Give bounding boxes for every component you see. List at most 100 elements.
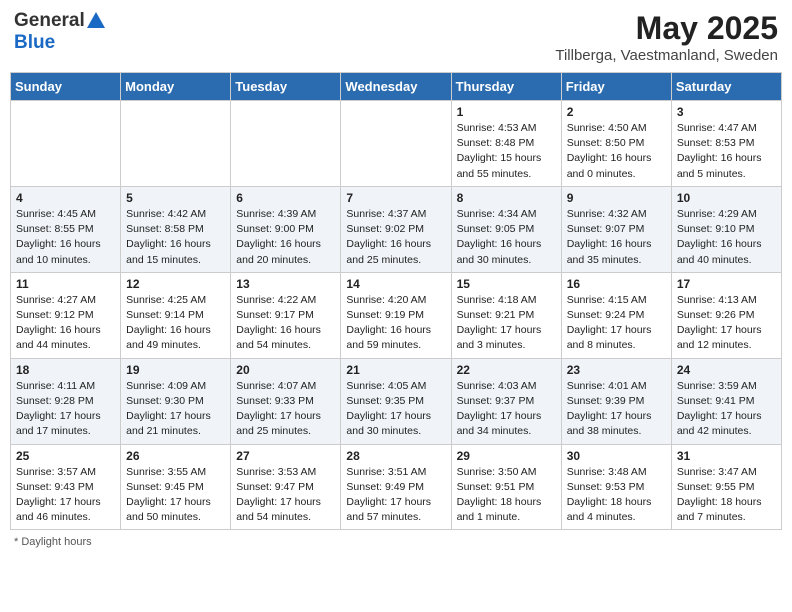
calendar-table: SundayMondayTuesdayWednesdayThursdayFrid… [10, 72, 782, 530]
day-number: 2 [567, 105, 666, 119]
day-info: Sunrise: 4:22 AM Sunset: 9:17 PM Dayligh… [236, 293, 335, 354]
day-info: Sunrise: 4:50 AM Sunset: 8:50 PM Dayligh… [567, 121, 666, 182]
day-number: 21 [346, 363, 445, 377]
day-info: Sunrise: 4:32 AM Sunset: 9:07 PM Dayligh… [567, 207, 666, 268]
day-info: Sunrise: 4:03 AM Sunset: 9:37 PM Dayligh… [457, 379, 556, 440]
day-info: Sunrise: 4:27 AM Sunset: 9:12 PM Dayligh… [16, 293, 115, 354]
day-number: 15 [457, 277, 556, 291]
day-number: 6 [236, 191, 335, 205]
day-number: 3 [677, 105, 776, 119]
day-header-monday: Monday [121, 73, 231, 101]
logo-triangle-icon [87, 12, 105, 28]
day-number: 27 [236, 449, 335, 463]
day-number: 12 [126, 277, 225, 291]
day-info: Sunrise: 3:51 AM Sunset: 9:49 PM Dayligh… [346, 465, 445, 526]
calendar-cell: 21 Sunrise: 4:05 AM Sunset: 9:35 PM Dayli… [341, 358, 451, 444]
calendar-cell: 20 Sunrise: 4:07 AM Sunset: 9:33 PM Dayli… [231, 358, 341, 444]
calendar-cell: 6Sunrise: 4:39 AM Sunset: 9:00 PM Daylig… [231, 186, 341, 272]
day-info: Sunrise: 4:05 AM Sunset: 9:35 PM Dayligh… [346, 379, 445, 440]
day-info: Sunrise: 4:11 AM Sunset: 9:28 PM Dayligh… [16, 379, 115, 440]
day-header-tuesday: Tuesday [231, 73, 341, 101]
logo-blue: Blue [14, 32, 55, 53]
location-subtitle: Tillberga, Vaestmanland, Sweden [555, 47, 778, 64]
calendar-week-row: 1 Sunrise: 4:53 AM Sunset: 8:48 PM Daylig… [11, 101, 782, 187]
day-info: Sunrise: 4:42 AM Sunset: 8:58 PM Dayligh… [126, 207, 225, 268]
calendar-cell [121, 101, 231, 187]
calendar-cell: 26Sunrise: 3:55 AM Sunset: 9:45 PM Dayli… [121, 444, 231, 530]
calendar-cell: 23Sunrise: 4:01 AM Sunset: 9:39 PM Dayli… [561, 358, 671, 444]
day-header-saturday: Saturday [671, 73, 781, 101]
calendar-cell: 7 Sunrise: 4:37 AM Sunset: 9:02 PM Daylig… [341, 186, 451, 272]
day-info: Sunrise: 3:55 AM Sunset: 9:45 PM Dayligh… [126, 465, 225, 526]
days-header-row: SundayMondayTuesdayWednesdayThursdayFrid… [11, 73, 782, 101]
calendar-cell: 12 Sunrise: 4:25 AM Sunset: 9:14 PM Dayli… [121, 272, 231, 358]
day-info: Sunrise: 3:47 AM Sunset: 9:55 PM Dayligh… [677, 465, 776, 526]
calendar-cell: 15Sunrise: 4:18 AM Sunset: 9:21 PM Dayli… [451, 272, 561, 358]
day-info: Sunrise: 3:50 AM Sunset: 9:51 PM Dayligh… [457, 465, 556, 526]
day-number: 23 [567, 363, 666, 377]
calendar-cell: 4 Sunrise: 4:45 AM Sunset: 8:55 PM Daylig… [11, 186, 121, 272]
calendar-cell: 16Sunrise: 4:15 AM Sunset: 9:24 PM Dayli… [561, 272, 671, 358]
calendar-cell: 17 Sunrise: 4:13 AM Sunset: 9:26 PM Dayli… [671, 272, 781, 358]
day-info: Sunrise: 4:20 AM Sunset: 9:19 PM Dayligh… [346, 293, 445, 354]
calendar-cell: 29 Sunrise: 3:50 AM Sunset: 9:51 PM Dayli… [451, 444, 561, 530]
day-number: 13 [236, 277, 335, 291]
calendar-cell: 2 Sunrise: 4:50 AM Sunset: 8:50 PM Daylig… [561, 101, 671, 187]
logo-general: General [14, 10, 85, 32]
day-info: Sunrise: 4:37 AM Sunset: 9:02 PM Dayligh… [346, 207, 445, 268]
calendar-week-row: 11 Sunrise: 4:27 AM Sunset: 9:12 PM Dayli… [11, 272, 782, 358]
day-number: 18 [16, 363, 115, 377]
calendar-cell [231, 101, 341, 187]
calendar-cell: 9 Sunrise: 4:32 AM Sunset: 9:07 PM Daylig… [561, 186, 671, 272]
calendar-cell: 24Sunrise: 3:59 AM Sunset: 9:41 PM Dayli… [671, 358, 781, 444]
daylight-label: Daylight hours [21, 536, 91, 548]
day-number: 28 [346, 449, 445, 463]
calendar-cell: 8 Sunrise: 4:34 AM Sunset: 9:05 PM Daylig… [451, 186, 561, 272]
day-number: 25 [16, 449, 115, 463]
calendar-cell: 28 Sunrise: 3:51 AM Sunset: 9:49 PM Dayli… [341, 444, 451, 530]
calendar-cell: 5 Sunrise: 4:42 AM Sunset: 8:58 PM Daylig… [121, 186, 231, 272]
day-number: 30 [567, 449, 666, 463]
calendar-cell: 11 Sunrise: 4:27 AM Sunset: 9:12 PM Dayli… [11, 272, 121, 358]
day-number: 10 [677, 191, 776, 205]
day-info: Sunrise: 3:53 AM Sunset: 9:47 PM Dayligh… [236, 465, 335, 526]
day-header-wednesday: Wednesday [341, 73, 451, 101]
day-info: Sunrise: 4:53 AM Sunset: 8:48 PM Dayligh… [457, 121, 556, 182]
day-number: 5 [126, 191, 225, 205]
calendar-cell: 10Sunrise: 4:29 AM Sunset: 9:10 PM Dayli… [671, 186, 781, 272]
day-header-sunday: Sunday [11, 73, 121, 101]
day-header-thursday: Thursday [451, 73, 561, 101]
calendar-week-row: 18 Sunrise: 4:11 AM Sunset: 9:28 PM Dayli… [11, 358, 782, 444]
day-info: Sunrise: 4:25 AM Sunset: 9:14 PM Dayligh… [126, 293, 225, 354]
day-number: 8 [457, 191, 556, 205]
day-number: 19 [126, 363, 225, 377]
day-number: 9 [567, 191, 666, 205]
footer-note: * Daylight hours [10, 536, 782, 548]
day-info: Sunrise: 3:57 AM Sunset: 9:43 PM Dayligh… [16, 465, 115, 526]
day-info: Sunrise: 4:34 AM Sunset: 9:05 PM Dayligh… [457, 207, 556, 268]
day-info: Sunrise: 4:45 AM Sunset: 8:55 PM Dayligh… [16, 207, 115, 268]
logo: General Blue [14, 10, 105, 54]
day-number: 20 [236, 363, 335, 377]
calendar-cell [341, 101, 451, 187]
day-number: 7 [346, 191, 445, 205]
day-number: 4 [16, 191, 115, 205]
day-number: 14 [346, 277, 445, 291]
day-number: 29 [457, 449, 556, 463]
calendar-cell [11, 101, 121, 187]
day-number: 11 [16, 277, 115, 291]
day-number: 17 [677, 277, 776, 291]
day-header-friday: Friday [561, 73, 671, 101]
day-info: Sunrise: 4:07 AM Sunset: 9:33 PM Dayligh… [236, 379, 335, 440]
calendar-cell: 13 Sunrise: 4:22 AM Sunset: 9:17 PM Dayli… [231, 272, 341, 358]
calendar-cell: 22 Sunrise: 4:03 AM Sunset: 9:37 PM Dayli… [451, 358, 561, 444]
day-info: Sunrise: 3:48 AM Sunset: 9:53 PM Dayligh… [567, 465, 666, 526]
calendar-cell: 27 Sunrise: 3:53 AM Sunset: 9:47 PM Dayli… [231, 444, 341, 530]
title-area: May 2025 Tillberga, Vaestmanland, Sweden [555, 10, 778, 64]
month-year-title: May 2025 [555, 10, 778, 47]
calendar-cell: 31Sunrise: 3:47 AM Sunset: 9:55 PM Dayli… [671, 444, 781, 530]
day-info: Sunrise: 3:59 AM Sunset: 9:41 PM Dayligh… [677, 379, 776, 440]
day-number: 1 [457, 105, 556, 119]
day-info: Sunrise: 4:13 AM Sunset: 9:26 PM Dayligh… [677, 293, 776, 354]
day-number: 22 [457, 363, 556, 377]
